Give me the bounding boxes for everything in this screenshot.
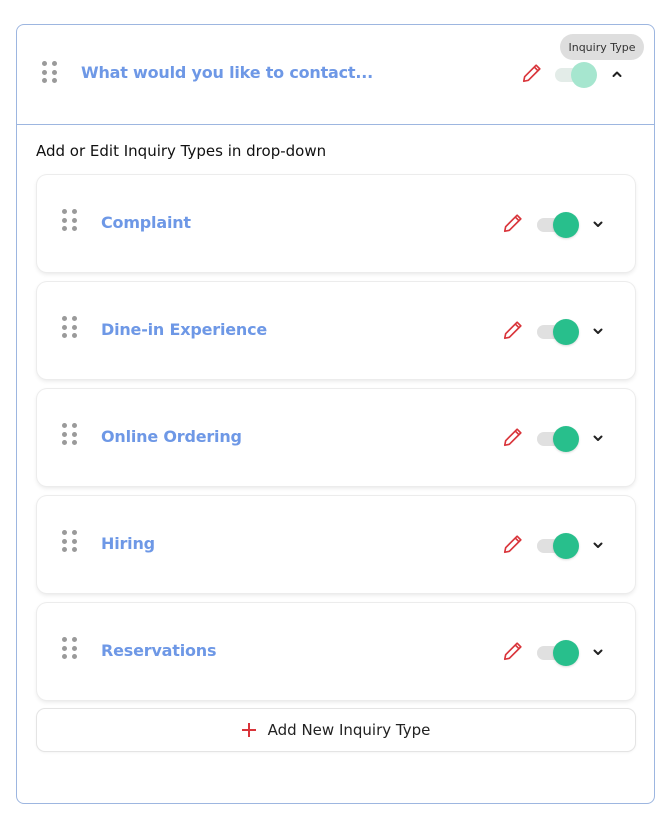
drag-handle-icon[interactable] — [42, 61, 57, 83]
inquiry-type-toggle[interactable] — [537, 212, 581, 238]
pencil-icon[interactable] — [502, 212, 524, 234]
inquiry-type-toggle[interactable] — [537, 640, 581, 666]
drag-handle-icon[interactable] — [62, 530, 77, 552]
pencil-icon[interactable] — [521, 62, 543, 84]
plus-icon — [241, 723, 256, 737]
chevron-down-icon[interactable] — [592, 326, 604, 336]
pencil-icon[interactable] — [502, 426, 524, 448]
chevron-up-icon[interactable] — [611, 69, 623, 79]
inquiry-type-label: Complaint — [101, 213, 191, 232]
chevron-down-icon[interactable] — [592, 540, 604, 550]
pencil-icon[interactable] — [502, 533, 524, 555]
field-enabled-toggle[interactable] — [555, 62, 599, 88]
add-new-inquiry-type-button[interactable]: Add New Inquiry Type — [37, 709, 635, 751]
pencil-icon[interactable] — [502, 319, 524, 341]
tooltip-inquiry-type: Inquiry Type — [560, 34, 644, 60]
inquiry-type-label: Reservations — [101, 641, 217, 660]
inquiry-type-item-2[interactable]: Online Ordering — [37, 389, 635, 486]
add-button-label: Add New Inquiry Type — [267, 721, 431, 739]
drag-handle-icon[interactable] — [62, 316, 77, 338]
panel-header[interactable]: What would you like to contact... Inquir… — [17, 25, 654, 125]
inquiry-type-label: Dine-in Experience — [101, 320, 268, 339]
inquiry-type-item-3[interactable]: Hiring — [37, 496, 635, 593]
inquiry-type-item-0[interactable]: Complaint — [37, 175, 635, 272]
drag-handle-icon[interactable] — [62, 423, 77, 445]
inquiry-type-toggle[interactable] — [537, 319, 581, 345]
field-title: What would you like to contact... — [81, 63, 374, 82]
inquiry-type-item-4[interactable]: Reservations — [37, 603, 635, 700]
pencil-icon[interactable] — [502, 640, 524, 662]
inquiry-type-panel: What would you like to contact... Inquir… — [16, 24, 655, 804]
inquiry-type-toggle[interactable] — [537, 426, 581, 452]
inquiry-type-item-1[interactable]: Dine-in Experience — [37, 282, 635, 379]
inquiry-type-toggle[interactable] — [537, 533, 581, 559]
chevron-down-icon[interactable] — [592, 219, 604, 229]
drag-handle-icon[interactable] — [62, 637, 77, 659]
inquiry-type-label: Hiring — [101, 534, 155, 553]
chevron-down-icon[interactable] — [592, 647, 604, 657]
drag-handle-icon[interactable] — [62, 209, 77, 231]
section-label: Add or Edit Inquiry Types in drop-down — [36, 142, 327, 160]
chevron-down-icon[interactable] — [592, 433, 604, 443]
inquiry-type-label: Online Ordering — [101, 427, 242, 446]
